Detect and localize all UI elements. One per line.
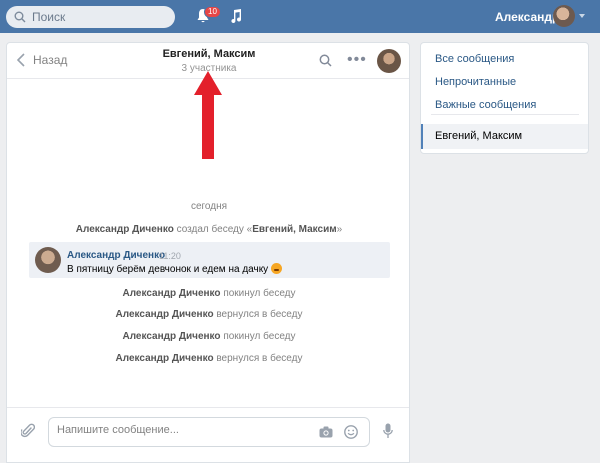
message-input[interactable] <box>57 424 307 436</box>
search-icon <box>14 11 26 23</box>
annotation-arrow-icon <box>194 71 222 159</box>
divider <box>431 114 579 115</box>
message-item[interactable]: Александр Диченко 11:20 В пятницу берём … <box>29 242 390 278</box>
event-author[interactable]: Александр Диченко <box>116 309 214 320</box>
more-icon[interactable]: ••• <box>347 52 367 68</box>
event-action: покинул беседу <box>223 331 296 342</box>
notifications-badge: 10 <box>204 6 221 18</box>
music-icon[interactable] <box>229 8 243 24</box>
event-target: Евгений, Максим <box>252 224 337 235</box>
message-composer <box>7 407 409 462</box>
event-action: покинул беседу <box>223 288 296 299</box>
avatar[interactable] <box>35 247 61 273</box>
chevron-down-icon[interactable] <box>579 14 585 18</box>
top-bar: Поиск 10 Александр <box>0 0 600 33</box>
smile-icon[interactable] <box>344 425 358 439</box>
event-action: создал беседу « <box>176 224 253 235</box>
chat-panel: Назад Евгений, Максим 3 участника ••• се… <box>6 42 410 463</box>
microphone-icon[interactable] <box>383 423 393 439</box>
camera-icon[interactable] <box>319 426 333 438</box>
event-action-end: » <box>336 224 343 235</box>
search-placeholder: Поиск <box>32 10 66 24</box>
event-author[interactable]: Александр Диченко <box>122 288 220 299</box>
user-avatar[interactable] <box>553 5 575 27</box>
menu-item-important[interactable]: Важные сообщения <box>435 99 536 111</box>
menu-item-label: Евгений, Максим <box>435 130 523 142</box>
chat-avatar[interactable] <box>377 49 401 73</box>
date-divider: сегодня <box>190 201 228 212</box>
event-author[interactable]: Александр Диченко <box>116 353 214 364</box>
event-action: вернулся в беседу <box>216 353 303 364</box>
user-name[interactable]: Александр <box>495 10 559 24</box>
paperclip-icon[interactable] <box>21 423 35 439</box>
message-text: В пятницу берём девчонок и едем на дачку <box>67 263 283 275</box>
message-input-box[interactable] <box>48 417 370 447</box>
event-author[interactable]: Александр Диченко <box>76 224 174 235</box>
messages-menu: Все сообщения Непрочитанные Важные сообщ… <box>420 42 589 154</box>
system-event: Александр Диченко вернулся в беседу <box>7 309 409 320</box>
event-author[interactable]: Александр Диченко <box>122 331 220 342</box>
emoji-icon <box>271 263 283 274</box>
search-box[interactable]: Поиск <box>6 6 175 28</box>
message-author[interactable]: Александр Диченко <box>67 250 165 261</box>
search-icon[interactable] <box>319 54 332 67</box>
menu-item-current-chat[interactable]: Евгений, Максим <box>421 124 588 149</box>
system-event: Александр Диченко вернулся в беседу <box>7 353 409 364</box>
menu-item-all[interactable]: Все сообщения <box>435 53 514 65</box>
system-event: Александр Диченко покинул беседу <box>7 331 409 342</box>
message-time[interactable]: 11:20 <box>159 251 181 261</box>
system-event: Александр Диченко создал беседу «Евгений… <box>7 224 409 235</box>
system-event: Александр Диченко покинул беседу <box>7 288 409 299</box>
menu-item-unread[interactable]: Непрочитанные <box>435 76 516 88</box>
event-action: вернулся в беседу <box>216 309 303 320</box>
message-body: В пятницу берём девчонок и едем на дачку <box>67 264 269 275</box>
